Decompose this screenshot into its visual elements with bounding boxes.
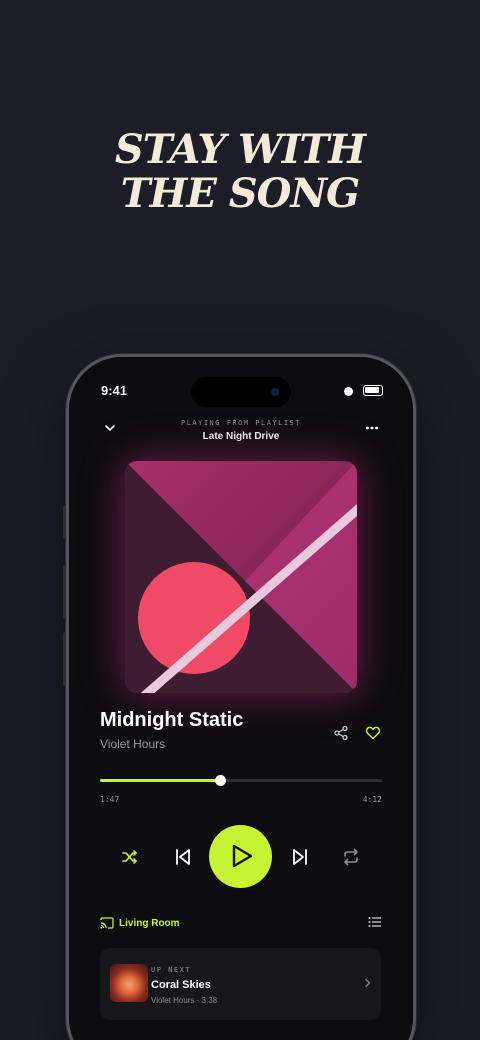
progress-scrubber[interactable]	[214, 775, 226, 786]
track-title: Midnight Static	[100, 709, 244, 731]
camera-icon	[271, 388, 279, 396]
shuffle-icon[interactable]	[121, 848, 139, 866]
cast-icon[interactable]	[100, 917, 114, 929]
share-icon[interactable]	[333, 725, 349, 741]
up-next-card[interactable]: UP NEXT Coral Skies Violet Hours · 3:38	[100, 948, 381, 1020]
track-duration: 4:12	[362, 795, 382, 804]
playlist-name[interactable]: Late Night Drive	[69, 431, 413, 442]
up-next-label: UP NEXT	[151, 966, 192, 974]
skip-forward-icon[interactable]	[290, 847, 310, 867]
headline-line-1: STAY WITH	[114, 126, 366, 173]
album-artwork	[125, 461, 357, 693]
phone-frame: 9:41 PLAYING FROM PLAYLIST Late Night Dr…	[66, 354, 416, 1040]
up-next-artwork	[110, 964, 148, 1002]
chevron-right-icon	[365, 978, 371, 988]
player-top-bar: PLAYING FROM PLAYLIST Late Night Drive	[69, 415, 413, 445]
progress-bar[interactable]	[100, 775, 382, 786]
playing-from-label: PLAYING FROM PLAYLIST	[180, 419, 301, 427]
more-horizontal-icon[interactable]	[365, 421, 379, 435]
status-time: 9:41	[101, 383, 128, 398]
status-indicator-icon	[344, 387, 353, 396]
play-icon	[232, 844, 253, 868]
elapsed-time: 1:47	[100, 795, 120, 804]
queue-list-icon[interactable]	[368, 916, 382, 928]
player-screen: 9:41 PLAYING FROM PLAYLIST Late Night Dr…	[69, 357, 413, 1040]
album-art-graphic	[125, 461, 357, 693]
progress-fill	[100, 779, 220, 782]
dynamic-island	[191, 377, 291, 407]
up-next-meta: Violet Hours · 3:38	[151, 996, 218, 1005]
play-button[interactable]	[209, 825, 272, 888]
up-next-title: Coral Skies	[151, 979, 211, 991]
track-artist[interactable]: Violet Hours	[100, 737, 165, 751]
repeat-icon[interactable]	[342, 848, 360, 866]
skip-back-icon[interactable]	[173, 847, 193, 867]
battery-icon	[363, 385, 383, 396]
output-device-label[interactable]: Living Room	[119, 918, 180, 929]
headline-line-2: THE SONG	[120, 170, 360, 217]
heart-icon[interactable]	[365, 725, 381, 741]
promo-headline: STAY WITH THE SONG	[0, 128, 480, 216]
